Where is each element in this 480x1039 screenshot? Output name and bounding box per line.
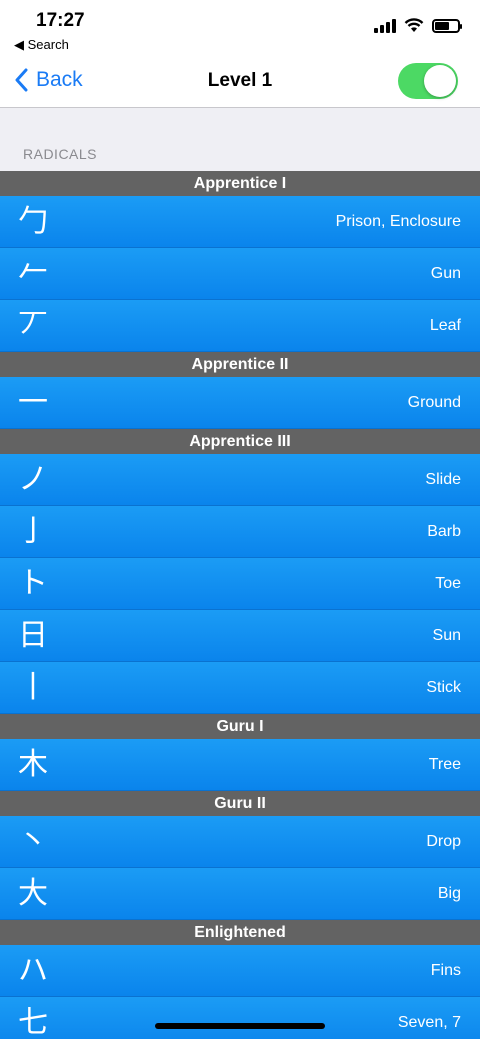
group-header: Apprentice II — [0, 352, 480, 377]
radical-row[interactable]: 丨 Stick — [0, 662, 480, 714]
radical-meaning: Leaf — [429, 316, 461, 334]
radical-meaning: Slide — [425, 470, 461, 488]
radical-row[interactable]: 大 Big — [0, 868, 480, 920]
radical-meaning: Big — [437, 884, 461, 902]
level-toggle[interactable] — [398, 63, 458, 99]
radical-character: 一 — [18, 384, 48, 420]
section-header: RADICALS — [23, 146, 98, 162]
radical-character: ノ — [18, 461, 48, 497]
group-header: Guru I — [0, 714, 480, 739]
signal-icon — [374, 18, 396, 33]
group-header: Apprentice III — [0, 429, 480, 454]
status-bar: 17:27 ◀ Search — [0, 0, 480, 56]
radical-character: 日 — [18, 617, 48, 653]
radical-row[interactable]: 一 Ground — [0, 377, 480, 429]
radical-row[interactable]: 丶 Drop — [0, 816, 480, 868]
radical-meaning: Ground — [407, 393, 461, 411]
radical-row[interactable]: 丆 Leaf — [0, 300, 480, 352]
battery-icon — [432, 18, 462, 33]
group-header: Guru II — [0, 791, 480, 816]
radical-row[interactable]: 木 Tree — [0, 739, 480, 791]
radical-meaning: Prison, Enclosure — [335, 212, 461, 230]
radical-character: 勹 — [18, 203, 48, 239]
home-indicator — [155, 1023, 325, 1029]
radical-row[interactable]: ハ Fins — [0, 945, 480, 997]
toggle-knob — [424, 65, 456, 97]
radical-character: ト — [18, 565, 48, 601]
return-to-search-link[interactable]: ◀ Search — [14, 37, 69, 53]
back-button[interactable]: Back — [14, 68, 83, 92]
radical-meaning: Stick — [426, 678, 461, 696]
radical-meaning: Tree — [428, 755, 461, 773]
radical-meaning: Toe — [435, 574, 461, 592]
radical-character: 𠂉 — [18, 255, 48, 291]
radical-meaning: Gun — [430, 264, 461, 282]
radical-meaning: Sun — [432, 626, 461, 644]
navigation-bar: Back Level 1 — [0, 56, 480, 108]
radical-character: 亅 — [18, 513, 48, 549]
radical-list: Apprentice I 勹 Prison, Enclosure 𠂉 Gun 丆 Leaf A… — [0, 171, 480, 1039]
status-time: 17:27 — [36, 10, 85, 31]
radical-character: 丶 — [18, 823, 48, 859]
radical-character: 丆 — [18, 307, 48, 343]
radical-character: 七 — [18, 1004, 48, 1039]
radical-character: 大 — [18, 875, 48, 911]
radical-row[interactable]: 日 Sun — [0, 610, 480, 662]
radical-meaning: Barb — [427, 522, 461, 540]
radical-row[interactable]: 𠂉 Gun — [0, 248, 480, 300]
radical-row[interactable]: 七 Seven, 7 — [0, 997, 480, 1039]
chevron-left-icon — [15, 68, 28, 92]
radical-row[interactable]: 勹 Prison, Enclosure — [0, 196, 480, 248]
status-icons — [374, 18, 462, 33]
radical-row[interactable]: 亅 Barb — [0, 506, 480, 558]
back-label: Back — [36, 68, 83, 91]
radical-character: ハ — [18, 952, 48, 988]
radical-character: 丨 — [18, 669, 48, 705]
group-header: Apprentice I — [0, 171, 480, 196]
wifi-icon — [404, 18, 424, 32]
radical-character: 木 — [18, 746, 48, 782]
radical-row[interactable]: ト Toe — [0, 558, 480, 610]
radical-row[interactable]: ノ Slide — [0, 454, 480, 506]
radical-meaning: Drop — [426, 832, 461, 850]
group-header: Enlightened — [0, 920, 480, 945]
radical-meaning: Seven, 7 — [397, 1013, 461, 1031]
radical-meaning: Fins — [430, 961, 461, 979]
